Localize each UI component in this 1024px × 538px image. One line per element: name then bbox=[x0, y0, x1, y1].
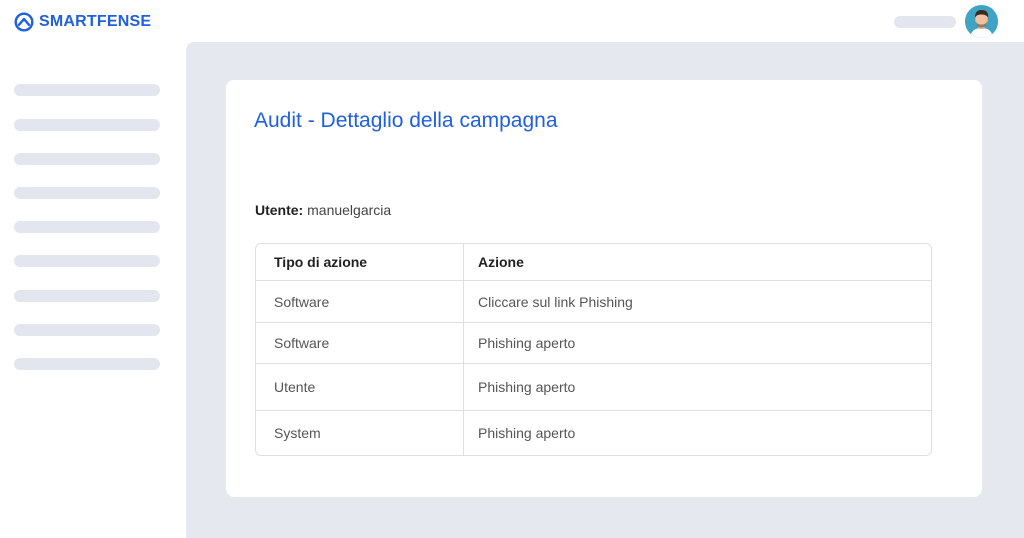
cell-action-type: Utente bbox=[256, 364, 464, 410]
main-content: Audit - Dettaglio della campagna Utente:… bbox=[186, 42, 1024, 538]
sidebar-item[interactable] bbox=[14, 324, 160, 336]
sidebar-item[interactable] bbox=[14, 358, 160, 370]
table-header-row: Tipo di azione Azione bbox=[256, 244, 931, 280]
brand-name: SMARTFENSE bbox=[39, 13, 152, 30]
cell-action-type: System bbox=[256, 411, 464, 455]
cell-action: Phishing aperto bbox=[478, 379, 576, 395]
column-header-action: Azione bbox=[478, 254, 524, 270]
user-label: Utente: bbox=[255, 202, 304, 218]
smartfense-logo-icon bbox=[14, 12, 34, 32]
table-row: System Phishing aperto bbox=[256, 410, 931, 455]
cell-action-type: Software bbox=[256, 323, 464, 363]
sidebar-item[interactable] bbox=[14, 153, 160, 165]
column-header-action-type: Tipo di azione bbox=[256, 244, 464, 280]
sidebar-item[interactable] bbox=[14, 187, 160, 199]
cell-action: Phishing aperto bbox=[478, 335, 576, 351]
brand-logo[interactable]: SMARTFENSE bbox=[14, 12, 151, 32]
page-title: Audit - Dettaglio della campagna bbox=[254, 109, 558, 132]
top-bar: SMARTFENSE bbox=[0, 0, 1024, 44]
sidebar-item[interactable] bbox=[14, 84, 160, 96]
cell-action: Cliccare sul link Phishing bbox=[478, 293, 633, 310]
sidebar bbox=[0, 44, 186, 538]
sidebar-item[interactable] bbox=[14, 255, 160, 267]
sidebar-item[interactable] bbox=[14, 119, 160, 131]
user-value: manuelgarcia bbox=[307, 202, 392, 218]
avatar-illustration bbox=[965, 5, 998, 38]
user-avatar-icon[interactable] bbox=[965, 5, 998, 38]
cell-action-type: Software bbox=[256, 281, 464, 322]
audit-table: Tipo di azione Azione Software Cliccare … bbox=[255, 243, 932, 456]
campaign-detail-card: Audit - Dettaglio della campagna Utente:… bbox=[226, 80, 982, 497]
table-row: Software Phishing aperto bbox=[256, 322, 931, 363]
table-row: Utente Phishing aperto bbox=[256, 363, 931, 410]
sidebar-item[interactable] bbox=[14, 290, 160, 302]
user-info: Utente: manuelgarcia bbox=[255, 202, 391, 218]
cell-action: Phishing aperto bbox=[478, 425, 576, 441]
sidebar-item[interactable] bbox=[14, 221, 160, 233]
table-row: Software Cliccare sul link Phishing bbox=[256, 280, 931, 322]
user-name-placeholder[interactable] bbox=[894, 16, 956, 28]
